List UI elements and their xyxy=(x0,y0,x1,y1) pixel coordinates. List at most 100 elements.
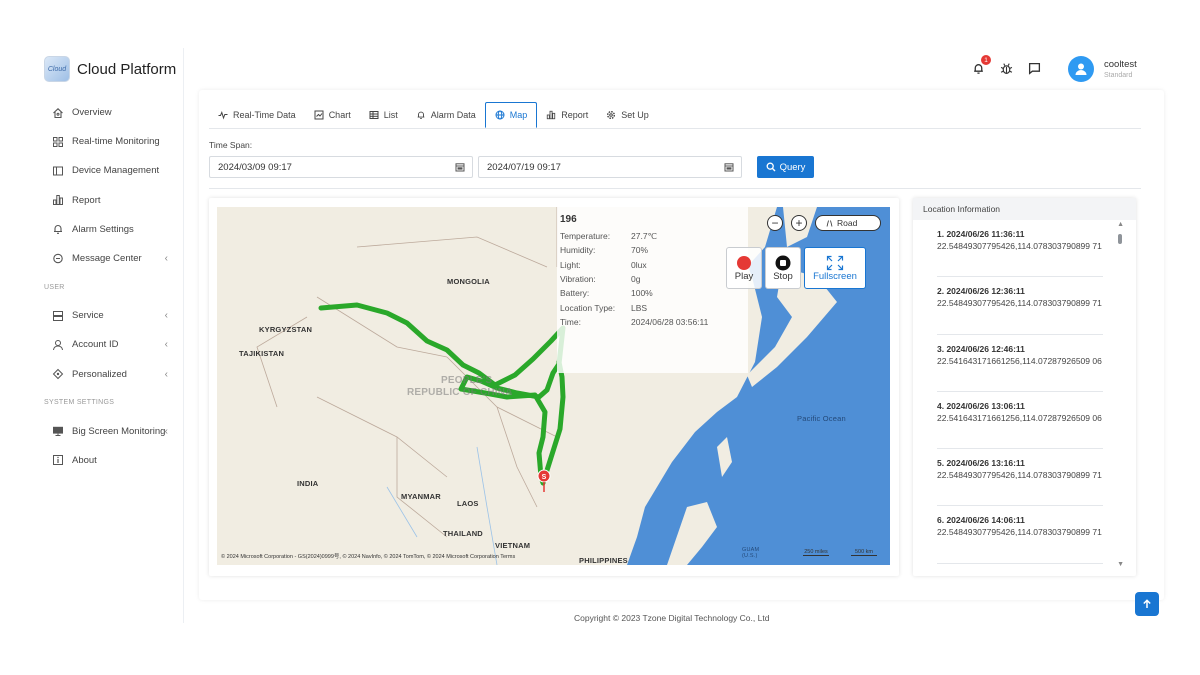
sidebar-item-overview[interactable]: Overview xyxy=(36,98,184,127)
chart-icon xyxy=(314,110,324,120)
play-label: Play xyxy=(734,270,754,282)
tab-report[interactable]: Report xyxy=(537,102,597,128)
tab-label: Map xyxy=(509,110,528,120)
popup-key: Vibration: xyxy=(560,273,596,284)
sidebar-item-label: Account ID xyxy=(72,339,119,351)
sidebar: Cloud Cloud Platform Overview Real-time … xyxy=(36,48,184,623)
popup-key: Temperature: xyxy=(560,231,611,241)
location-time: 4. 2024/06/26 13:06:11 xyxy=(937,400,1025,411)
popup-device-id: 196 xyxy=(560,214,577,225)
popup-key: Battery: xyxy=(560,288,590,299)
chevron-left-icon: ‹ xyxy=(164,339,168,351)
tab-label: List xyxy=(383,110,398,120)
tab-label: Real-Time Data xyxy=(233,110,296,120)
minus-icon: − xyxy=(771,216,779,230)
map-start-marker-label: S xyxy=(542,474,547,481)
location-coord: 22.54849307795426,114.078303790899 71 xyxy=(937,241,1102,251)
fullscreen-label: Fullscreen xyxy=(813,270,857,282)
sidebar-item-alarm-settings[interactable]: Alarm Settings xyxy=(36,215,184,244)
end-date-field[interactable]: 2024/07/19 09:17 xyxy=(478,156,742,178)
tab-real-time-data[interactable]: Real-Time Data xyxy=(209,102,305,128)
list-item[interactable]: 4. 2024/06/26 13:06:11 22.541643171661256… xyxy=(937,392,1103,450)
popup-row-battery: Battery: 100% xyxy=(560,288,746,302)
sidebar-item-report[interactable]: Report xyxy=(36,186,184,215)
label-tajikistan: TAJIKISTAN xyxy=(239,349,285,358)
scroll-up-icon[interactable]: ▲ xyxy=(1117,221,1124,228)
bar-chart-icon xyxy=(546,110,556,120)
chat-icon xyxy=(1028,62,1040,75)
tab-set-up[interactable]: Set Up xyxy=(597,102,658,128)
fullscreen-icon xyxy=(826,255,844,270)
play-icon xyxy=(737,255,751,270)
search-icon xyxy=(766,162,776,172)
tab-bar: Real-Time Data Chart List Alarm Data Map… xyxy=(209,102,658,128)
fullscreen-button[interactable]: Fullscreen xyxy=(804,247,866,289)
zoom-in-button[interactable]: + xyxy=(791,215,807,231)
zoom-out-button[interactable]: − xyxy=(767,215,783,231)
bug-icon xyxy=(1000,62,1012,74)
main-content: Real-Time Data Chart List Alarm Data Map… xyxy=(199,90,1164,600)
popup-value: 27.7℃ xyxy=(631,231,658,241)
location-coord: 22.541643171661256,114.07287926509 06 xyxy=(937,412,1102,423)
sidebar-item-label: Overview xyxy=(72,107,112,119)
sidebar-item-message-center[interactable]: Message Center ‹ xyxy=(36,244,184,273)
sidebar-item-label: Big Screen Monitoring xyxy=(72,425,166,437)
sidebar-item-real-time-monitoring[interactable]: Real-time Monitoring xyxy=(36,127,184,156)
tab-label: Chart xyxy=(328,110,351,120)
play-button[interactable]: Play xyxy=(726,247,762,289)
map-view[interactable]: S MONGOLIA KYRGYZSTAN TAJIKISTAN PEOPLE'… xyxy=(217,207,890,565)
debug-button[interactable] xyxy=(998,60,1014,76)
query-button[interactable]: Query xyxy=(757,156,814,178)
time-span-label: Time Span: xyxy=(209,140,253,150)
sidebar-item-personalized[interactable]: Personalized ‹ xyxy=(36,360,184,389)
sidebar-item-account-id[interactable]: Account ID ‹ xyxy=(36,330,184,359)
list-item[interactable]: 1. 2024/06/26 11:36:11 22.54849307795426,… xyxy=(937,220,1103,278)
tab-chart[interactable]: Chart xyxy=(305,102,360,128)
popup-row-vibration: Vibration: 0g xyxy=(560,274,746,288)
location-list[interactable]: 1. 2024/06/26 11:36:11 22.54849307795426,… xyxy=(913,220,1136,570)
sidebar-item-big-screen-monitoring[interactable]: Big Screen Monitoring ‹ xyxy=(36,417,184,446)
user-name[interactable]: cooltest xyxy=(1104,59,1137,70)
tab-list[interactable]: List xyxy=(360,102,407,128)
logo[interactable]: Cloud Cloud Platform xyxy=(44,56,176,82)
calendar-icon[interactable] xyxy=(455,162,465,175)
notification-button[interactable]: 1 xyxy=(970,55,991,76)
location-info-panel: Location Information 1. 2024/06/26 11:36… xyxy=(913,198,1136,576)
location-time: 3. 2024/06/26 12:46:11 xyxy=(937,343,1025,354)
filter-divider xyxy=(209,188,1141,189)
back-to-top-button[interactable] xyxy=(1135,592,1159,616)
avatar[interactable] xyxy=(1068,56,1094,82)
map-style-select[interactable]: Road xyxy=(815,215,881,231)
popup-key: Humidity: xyxy=(560,245,596,256)
sidebar-item-label: Message Center xyxy=(72,253,142,265)
app-title: Cloud Platform xyxy=(77,60,177,78)
chat-button[interactable] xyxy=(1026,60,1042,76)
table-icon xyxy=(369,110,379,120)
scroll-down-icon[interactable]: ▼ xyxy=(1117,561,1124,568)
map-attribution[interactable]: © 2024 Microsoft Corporation - GS(2024)0… xyxy=(221,552,515,560)
list-item[interactable]: 3. 2024/06/26 12:46:11 22.541643171661256… xyxy=(937,335,1103,392)
bell-icon xyxy=(52,223,64,235)
scrollbar-thumb[interactable] xyxy=(1118,234,1122,244)
start-date-field[interactable]: 2024/03/09 09:17 xyxy=(209,156,473,178)
query-label: Query xyxy=(779,161,806,173)
label-india: INDIA xyxy=(297,479,319,488)
list-item[interactable]: 5. 2024/06/26 13:16:11 22.54849307795426,… xyxy=(937,449,1103,507)
sidebar-item-device-management[interactable]: Device Management xyxy=(36,156,184,185)
popup-value: 0lux xyxy=(631,259,647,270)
label-philippines: PHILIPPINES xyxy=(579,556,628,565)
tab-alarm-data[interactable]: Alarm Data xyxy=(407,102,485,128)
top-header: 1 cooltest Standard xyxy=(184,48,1164,88)
location-time: 2. 2024/06/26 12:36:11 xyxy=(937,286,1025,297)
stop-button[interactable]: Stop xyxy=(765,247,801,289)
sidebar-item-label: Alarm Settings xyxy=(72,223,134,235)
popup-value: 100% xyxy=(631,288,653,299)
sidebar-item-about[interactable]: About xyxy=(36,446,184,475)
calendar-icon[interactable] xyxy=(724,162,734,175)
user-avatar-icon xyxy=(1075,63,1087,75)
list-item[interactable]: 2. 2024/06/26 12:36:11 22.54849307795426,… xyxy=(937,277,1103,335)
pulse-icon xyxy=(218,110,228,120)
list-item[interactable]: 6. 2024/06/26 14:06:11 22.54849307795426,… xyxy=(937,506,1103,564)
sidebar-item-service[interactable]: Service ‹ xyxy=(36,301,184,330)
tab-map[interactable]: Map xyxy=(484,102,538,128)
